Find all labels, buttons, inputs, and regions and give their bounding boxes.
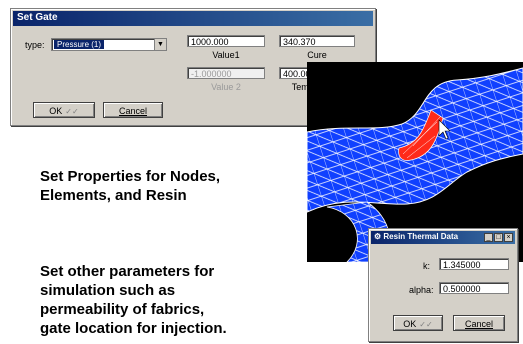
value1-input[interactable]: 1000.000	[187, 35, 265, 47]
ok-button-label: OK	[49, 106, 63, 116]
checkmark-icon: ✓✓	[65, 107, 79, 116]
app-icon: ⚙	[374, 232, 384, 241]
type-select[interactable]: Pressure (1) ▼	[51, 38, 167, 51]
ok-button[interactable]: OK ✓✓	[33, 102, 95, 118]
resin-title-text: Resin Thermal Data	[383, 232, 459, 241]
slide-line: Set Properties for Nodes,	[40, 168, 221, 185]
resin-cancel-button[interactable]: Cancel	[453, 315, 505, 331]
slide-line: Set other parameters for	[40, 263, 215, 280]
cancel-button-label: Cancel	[118, 106, 147, 116]
set-gate-title: Set Gate	[17, 12, 58, 23]
slide-line: simulation such as	[40, 282, 176, 299]
maximize-icon[interactable]: □	[494, 233, 503, 242]
type-label: type:	[25, 40, 45, 50]
set-gate-titlebar[interactable]: Set Gate	[13, 11, 373, 26]
cancel-button[interactable]: Cancel	[103, 102, 163, 118]
alpha-label: alpha:	[409, 285, 434, 295]
slide-line: Elements, and Resin	[40, 187, 187, 204]
slide-text-parameters: Set other parameters for simulation such…	[40, 262, 227, 338]
value2-label: Value 2	[211, 82, 241, 92]
type-select-value: Pressure (1)	[54, 40, 105, 49]
value2-input[interactable]: -1.000000	[187, 67, 265, 79]
close-icon[interactable]: ×	[504, 233, 513, 242]
slide-line: permeability of fabrics,	[40, 301, 205, 318]
checkmark-icon: ✓✓	[419, 320, 433, 329]
resin-ok-label: OK	[403, 319, 417, 329]
resin-titlebar[interactable]: ⚙ Resin Thermal Data _ □ ×	[371, 231, 515, 244]
resin-ok-button[interactable]: OK ✓✓	[393, 315, 443, 331]
resin-cancel-label: Cancel	[464, 319, 493, 329]
k-input[interactable]: 1.345000	[439, 258, 509, 270]
resin-title: ⚙ Resin Thermal Data	[374, 232, 458, 241]
slide-text-properties: Set Properties for Nodes, Elements, and …	[40, 167, 220, 205]
chevron-down-icon[interactable]: ▼	[154, 39, 166, 50]
minimize-icon[interactable]: _	[484, 233, 493, 242]
k-label: k:	[423, 261, 431, 271]
value1-label: Value1	[212, 50, 240, 60]
cure-input[interactable]: 340.370	[279, 35, 355, 47]
resin-thermal-dialog: ⚙ Resin Thermal Data _ □ × k: 1.345000 a…	[368, 228, 518, 342]
alpha-input[interactable]: 0.500000	[439, 282, 509, 294]
cure-label: Cure	[307, 50, 327, 60]
slide-line: gate location for injection.	[40, 320, 227, 337]
